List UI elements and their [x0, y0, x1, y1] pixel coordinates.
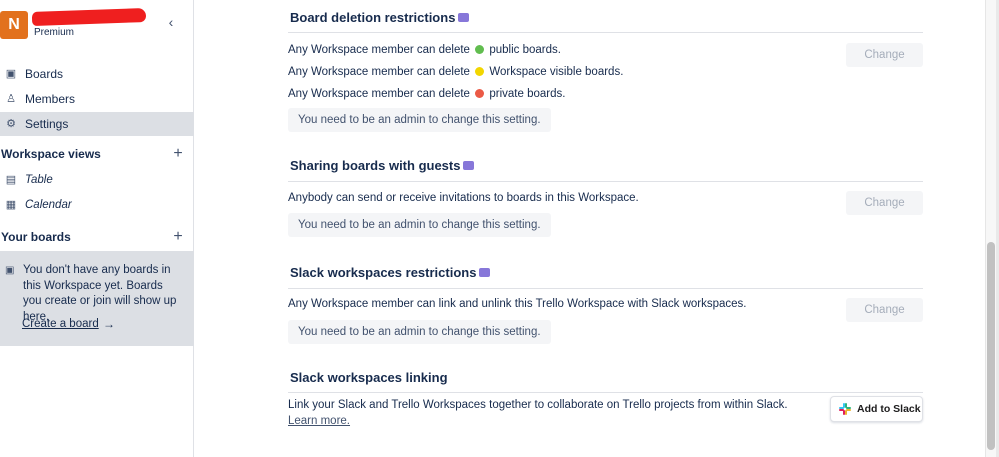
section-title-text: Board deletion restrictions: [290, 10, 456, 25]
deletion-rule-workspace-visible: Any Workspace member can delete Workspac…: [288, 66, 623, 78]
sharing-description: Anybody can send or receive invitations …: [288, 192, 639, 204]
section-divider: [288, 181, 923, 182]
slack-restrictions-description: Any Workspace member can link and unlink…: [288, 298, 747, 310]
section-heading-label: Workspace views: [1, 147, 101, 161]
learn-more-link[interactable]: Learn more.: [288, 415, 350, 427]
rule-suffix: public boards.: [489, 44, 561, 56]
sidebar-item-label: Settings: [25, 117, 69, 131]
calendar-icon: ▦: [5, 199, 17, 211]
add-to-slack-button[interactable]: Add to Slack: [830, 396, 923, 422]
rule-suffix: private boards.: [489, 88, 566, 100]
sidebar-item-label: Boards: [25, 67, 64, 81]
rule-prefix: Any Workspace member can delete: [288, 88, 470, 100]
add-to-slack-label: Add to Slack: [857, 403, 921, 415]
sidebar-item-calendar[interactable]: ▦ Calendar: [0, 193, 194, 217]
premium-icon: [463, 161, 475, 170]
rule-prefix: Any Workspace member can delete: [288, 44, 470, 56]
lock-icon: [475, 89, 485, 98]
add-board-button[interactable]: +: [170, 227, 186, 247]
change-slack-restrictions-button[interactable]: Change: [846, 298, 923, 322]
workspace-name-redacted: [31, 8, 147, 26]
workspace-plan: Premium: [34, 27, 75, 38]
slack-linking-description: Link your Slack and Trello Workspaces to…: [288, 398, 818, 429]
empty-boards-notice: ▣ You don't have any boards in this Work…: [0, 251, 194, 346]
section-title-board-deletion: Board deletion restrictions: [290, 10, 470, 25]
section-divider: [288, 288, 923, 289]
empty-boards-message: You don't have any boards in this Worksp…: [23, 264, 177, 323]
slack-linking-text: Link your Slack and Trello Workspaces to…: [288, 399, 788, 411]
section-title-sharing: Sharing boards with guests: [290, 158, 475, 173]
rule-suffix: Workspace visible boards.: [489, 66, 624, 78]
section-heading-label: Your boards: [1, 230, 71, 244]
deletion-rule-private: Any Workspace member can delete private …: [288, 88, 565, 100]
sidebar: N Premium ‹ ▣ Boards ♙ Members ⚙ Setting…: [0, 0, 194, 457]
collapse-sidebar-button[interactable]: ‹: [163, 14, 179, 30]
globe-icon: [475, 45, 485, 54]
your-boards-heading: Your boards +: [0, 227, 194, 247]
add-view-button[interactable]: +: [170, 144, 186, 164]
premium-icon: [458, 13, 470, 22]
change-board-deletion-button[interactable]: Change: [846, 43, 923, 67]
section-divider: [288, 392, 923, 393]
team-icon: [475, 67, 485, 76]
sidebar-item-table[interactable]: ▤ Table: [0, 168, 194, 192]
section-title-slack-restrictions: Slack workspaces restrictions: [290, 265, 491, 280]
admin-required-note: You need to be an admin to change this s…: [288, 320, 551, 344]
section-divider: [288, 32, 923, 33]
person-icon: ♙: [6, 93, 16, 105]
slack-logo-icon: [839, 403, 851, 415]
section-title-slack-linking: Slack workspaces linking: [290, 370, 448, 385]
deletion-rule-public: Any Workspace member can delete public b…: [288, 44, 561, 56]
sidebar-item-settings[interactable]: ⚙ Settings: [0, 112, 194, 136]
rule-prefix: Any Workspace member can delete: [288, 66, 470, 78]
workspace-views-heading: Workspace views +: [0, 144, 194, 164]
change-sharing-button[interactable]: Change: [846, 191, 923, 215]
board-icon: ▣: [5, 68, 17, 80]
gear-icon: ⚙: [6, 118, 16, 130]
workspace-logo[interactable]: N: [0, 11, 28, 39]
section-title-text: Slack workspaces restrictions: [290, 265, 477, 280]
admin-required-note: You need to be an admin to change this s…: [288, 108, 551, 132]
board-icon: ▣: [5, 265, 15, 276]
section-title-text: Sharing boards with guests: [290, 158, 461, 173]
arrow-right-icon: →: [103, 317, 115, 331]
create-board-link[interactable]: Create a board: [22, 318, 99, 330]
view-label: Table: [25, 174, 53, 186]
premium-icon: [479, 268, 491, 277]
workspace-header: N Premium ‹: [0, 8, 194, 42]
settings-content: Board deletion restrictions Any Workspac…: [195, 0, 985, 457]
sidebar-item-label: Members: [25, 92, 76, 106]
sidebar-item-boards[interactable]: ▣ Boards: [0, 62, 194, 86]
table-icon: ▤: [5, 174, 17, 186]
view-label: Calendar: [25, 199, 72, 211]
admin-required-note: You need to be an admin to change this s…: [288, 213, 551, 237]
scrollbar-thumb[interactable]: [987, 242, 995, 450]
sidebar-item-members[interactable]: ♙ Members: [0, 87, 194, 111]
